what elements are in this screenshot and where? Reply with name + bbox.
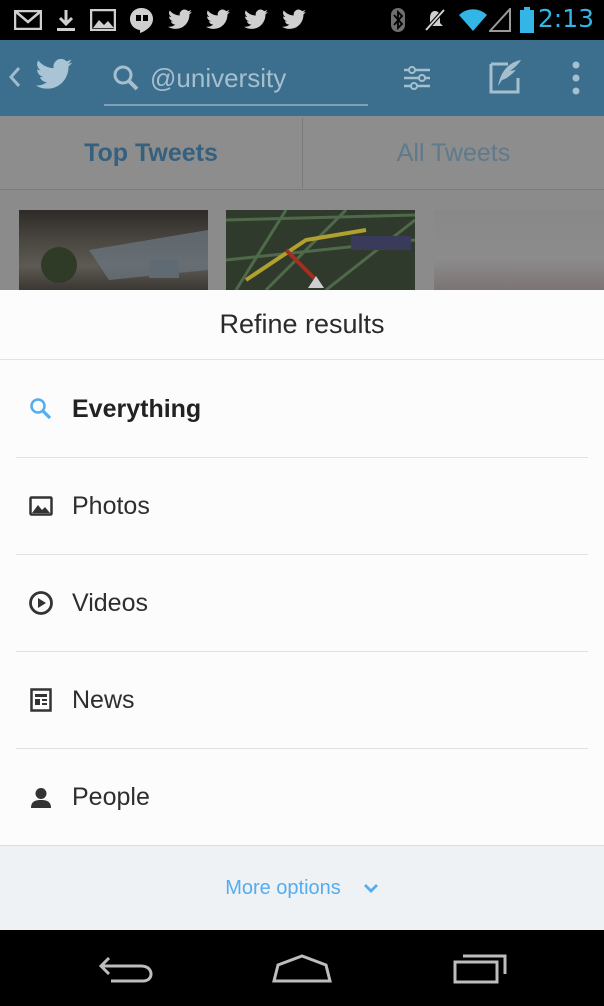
option-label: News xyxy=(72,685,135,714)
twitter-icon xyxy=(204,8,232,32)
filter-icon[interactable] xyxy=(402,64,432,97)
back-chevron-icon[interactable] xyxy=(8,64,22,95)
option-label: People xyxy=(72,783,150,811)
gmail-icon xyxy=(14,8,42,32)
search-underline xyxy=(104,104,368,106)
option-photos[interactable]: Photos xyxy=(16,458,588,555)
gallery-icon xyxy=(90,8,116,32)
bluetooth-icon xyxy=(388,8,408,32)
twitter-icon xyxy=(166,8,194,32)
overflow-menu-icon[interactable] xyxy=(570,60,582,101)
home-nav-icon[interactable] xyxy=(270,944,334,992)
clock: 2:13 xyxy=(537,4,594,33)
media-thumbnail[interactable] xyxy=(19,210,208,290)
status-bar: 2:13 xyxy=(0,0,604,40)
option-label: Photos xyxy=(72,491,150,520)
battery-icon xyxy=(518,7,536,33)
twitter-bird-icon[interactable] xyxy=(34,58,74,97)
tab-divider xyxy=(302,118,303,188)
option-label: Videos xyxy=(72,588,148,617)
tab-top-tweets[interactable]: Top Tweets xyxy=(0,116,302,190)
sheet-title: Refine results xyxy=(0,290,604,360)
search-input[interactable]: @university xyxy=(150,63,286,94)
hangouts-icon xyxy=(128,7,156,33)
mute-icon xyxy=(422,8,448,32)
person-icon xyxy=(16,749,66,846)
option-videos[interactable]: Videos xyxy=(16,555,588,652)
news-icon xyxy=(16,652,66,749)
twitter-icon xyxy=(242,8,270,32)
download-icon xyxy=(54,8,78,32)
signal-icon xyxy=(488,8,512,32)
option-label: Everything xyxy=(72,394,202,423)
compose-icon[interactable] xyxy=(488,58,524,101)
navigation-bar xyxy=(0,930,604,1006)
tab-all-tweets[interactable]: All Tweets xyxy=(303,116,604,190)
refine-results-sheet: Refine results Everything Photos Videos … xyxy=(0,290,604,930)
recents-nav-icon[interactable] xyxy=(450,944,510,992)
wifi-icon xyxy=(458,8,488,32)
video-play-icon xyxy=(16,555,66,652)
option-people[interactable]: People xyxy=(16,749,588,846)
media-thumbnail[interactable] xyxy=(434,210,604,290)
chevron-down-icon xyxy=(363,882,379,894)
option-news[interactable]: News xyxy=(16,652,588,749)
back-nav-icon[interactable] xyxy=(96,944,156,992)
more-options-label: More options xyxy=(225,876,341,899)
option-everything[interactable]: Everything xyxy=(16,361,588,458)
media-strip xyxy=(0,190,604,292)
search-icon xyxy=(16,361,66,458)
search-icon xyxy=(112,64,140,97)
photo-icon xyxy=(16,458,66,555)
more-options-button[interactable]: More options xyxy=(0,845,604,930)
media-thumbnail[interactable] xyxy=(225,208,416,292)
twitter-icon xyxy=(280,8,308,32)
